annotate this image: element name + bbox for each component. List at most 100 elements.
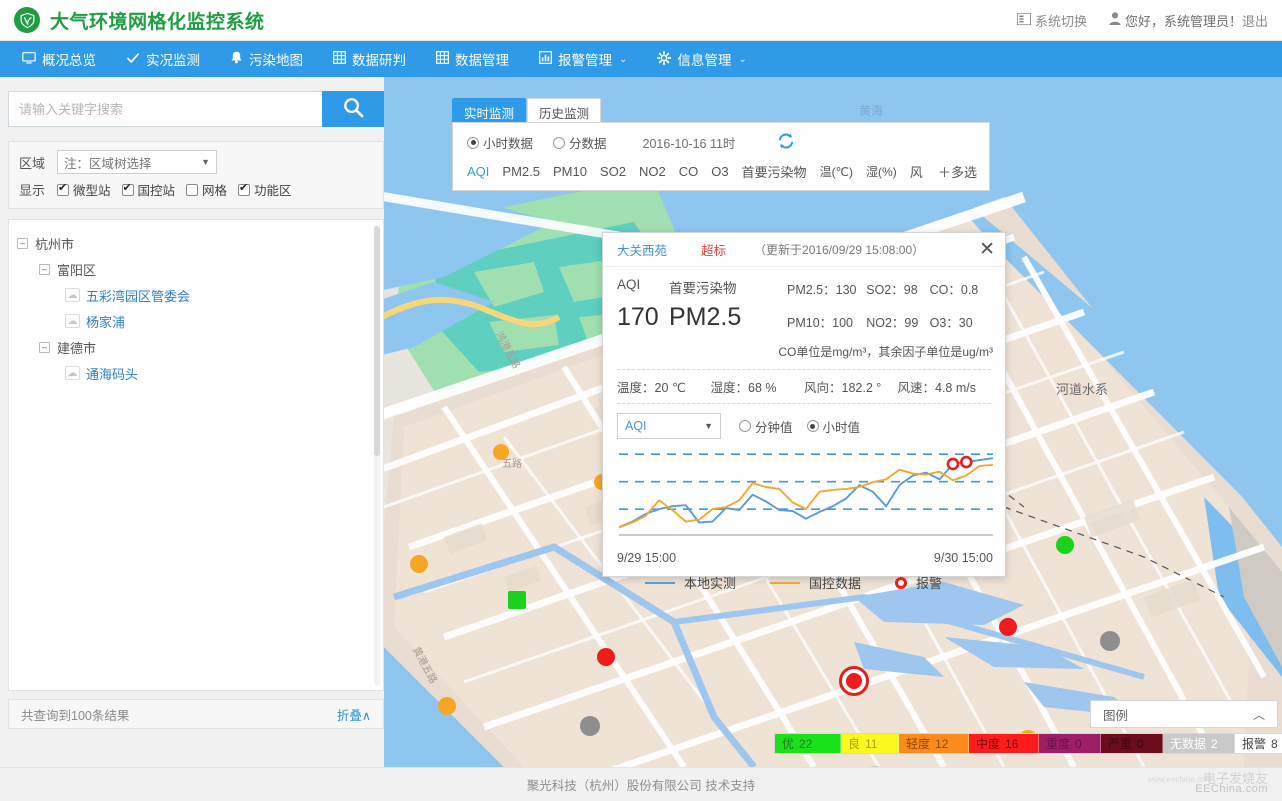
- factor-temperature[interactable]: 温(℃): [820, 163, 853, 180]
- meteo-temperature: 温度：20 ℃: [617, 377, 711, 396]
- logout-link[interactable]: 退出: [1242, 11, 1268, 30]
- station-marker-alarm-ring[interactable]: [839, 666, 869, 696]
- meteo-wind-speed: 风速：4.8 m/s: [898, 377, 992, 396]
- refresh-icon[interactable]: [777, 132, 795, 153]
- tab-history-monitor[interactable]: 历史监测: [527, 98, 601, 122]
- search-button[interactable]: [322, 91, 384, 127]
- chart-controls: AQI ▼ 分钟值 小时值: [617, 413, 991, 439]
- aqi-seg-severe[interactable]: 严重0: [1101, 734, 1163, 753]
- radio-hour-value[interactable]: 小时值: [807, 417, 861, 436]
- legend-panel[interactable]: 图例 ︿: [1090, 700, 1278, 728]
- legend-label: 本地实测: [684, 573, 736, 592]
- tree-node-hangzhou[interactable]: – 杭州市: [17, 230, 377, 256]
- tab-realtime-monitor[interactable]: 实时监测: [452, 98, 526, 122]
- search-input[interactable]: [8, 91, 322, 127]
- nav-item-info-management[interactable]: 信息管理 ⌄: [657, 49, 746, 69]
- chart-legend: 本地实测 国控数据 报警: [645, 573, 1005, 592]
- nav-item-data-analysis[interactable]: 数据研判: [333, 49, 406, 69]
- factor-wind[interactable]: 风: [910, 162, 923, 181]
- grid-icon: [333, 51, 346, 67]
- chart-bar-icon: [539, 51, 552, 67]
- factor-no2[interactable]: NO2: [639, 164, 666, 179]
- tree-node-tonghai[interactable]: ☁ 通海码头: [17, 360, 377, 386]
- factor-co[interactable]: CO: [679, 164, 699, 179]
- collapse-icon[interactable]: –: [39, 342, 50, 353]
- close-icon[interactable]: ✕: [979, 240, 995, 259]
- collapse-icon[interactable]: –: [17, 238, 28, 249]
- factor-pm25[interactable]: PM2.5: [502, 164, 540, 179]
- aqi-seg-light[interactable]: 轻度12: [899, 734, 969, 753]
- legend-panel-title: 图例: [1103, 705, 1128, 724]
- checkbox-label: 微型站: [73, 180, 111, 199]
- legend-local-measure: 本地实测: [645, 573, 736, 592]
- nav-item-live-monitor[interactable]: 实况监测: [126, 49, 200, 69]
- factor-so2[interactable]: SO2: [600, 164, 626, 179]
- multi-select-button[interactable]: ＋多选: [938, 162, 977, 181]
- tree-node-jiande[interactable]: – 建德市: [17, 334, 377, 360]
- nav-item-overview[interactable]: 概况总览: [22, 49, 96, 69]
- aqi-seg-heavy[interactable]: 重度0: [1039, 734, 1101, 753]
- checkbox-national-station[interactable]: 国控站: [122, 180, 176, 199]
- checkbox-function-area[interactable]: 功能区: [238, 180, 292, 199]
- aqi-label: AQI: [617, 277, 669, 297]
- chevron-down-icon: ⌄: [619, 54, 627, 65]
- fold-link[interactable]: 折叠∧: [337, 705, 371, 724]
- chevron-down-icon: ▼: [704, 421, 713, 431]
- station-marker-red-2[interactable]: [999, 618, 1017, 636]
- region-tree[interactable]: – 杭州市 – 富阳区 ☁ 五彩湾园区管委会 ☁ 杨家浦 – 建德市: [8, 219, 384, 691]
- factor-o3[interactable]: O3: [711, 164, 728, 179]
- station-marker-gray-2[interactable]: [1100, 631, 1120, 651]
- tree-node-label: 通海码头: [86, 364, 138, 383]
- meteo-row: 温度：20 ℃ 湿度：68 % 风向：182.2 ° 风速：4.8 m/s: [617, 369, 991, 404]
- radio-minute-value[interactable]: 分钟值: [739, 417, 793, 436]
- station-marker-orange-3[interactable]: [410, 555, 428, 573]
- station-marker-red-1[interactable]: [597, 648, 615, 666]
- factor-aqi[interactable]: AQI: [467, 164, 489, 179]
- radio-label: 分数据: [569, 133, 607, 152]
- station-marker-green-1[interactable]: [1056, 536, 1074, 554]
- tree-node-yangjiapu[interactable]: ☁ 杨家浦: [17, 308, 377, 334]
- aqi-seg-moderate[interactable]: 中度16: [969, 734, 1039, 753]
- nav-label: 数据研判: [352, 49, 406, 69]
- legend-line-swatch: [770, 582, 800, 584]
- tree-node-fuyang[interactable]: – 富阳区: [17, 256, 377, 282]
- station-cloud-icon: ☁: [65, 288, 80, 302]
- radio-label: 分钟值: [755, 417, 793, 436]
- radio-minute-data[interactable]: 分数据: [553, 133, 607, 152]
- gear-icon: [657, 51, 671, 68]
- nav-item-alarm-management[interactable]: 报警管理 ⌄: [539, 49, 627, 69]
- nav-item-data-management[interactable]: 数据管理: [436, 49, 509, 69]
- tree-scrollbar[interactable]: [374, 226, 380, 686]
- station-marker-orange-1[interactable]: [493, 444, 509, 460]
- area-tree-select[interactable]: 注：区域树选择 ▼: [57, 150, 217, 174]
- aqi-seg-nodata[interactable]: 无数据2: [1163, 734, 1235, 753]
- factor-primary-pollutant[interactable]: 首要污染物: [742, 162, 807, 181]
- checkbox-grid[interactable]: 网格: [186, 180, 227, 199]
- filter-box: 区域 注：区域树选择 ▼ 显示 微型站 国控站: [8, 141, 384, 209]
- factor-humidity[interactable]: 湿(%): [866, 163, 897, 180]
- chevron-down-icon: ▼: [201, 157, 210, 167]
- aqi-seg-label: 良: [848, 735, 860, 752]
- factor-pm10[interactable]: PM10: [553, 164, 587, 179]
- popup-header: 大关西苑 超标 （更新于2016/09/29 15:08:00） ✕: [603, 233, 1005, 267]
- popup-updated-time: （更新于2016/09/29 15:08:00）: [754, 241, 924, 258]
- aqi-seg-alarm[interactable]: 报警8: [1235, 734, 1282, 753]
- aqi-seg-excellent[interactable]: 优22: [775, 734, 841, 753]
- tree-node-wucaiwan[interactable]: ☁ 五彩湾园区管委会: [17, 282, 377, 308]
- chevron-up-icon[interactable]: ︿: [1253, 706, 1265, 723]
- tree-node-label: 建德市: [57, 338, 96, 357]
- system-switch-button[interactable]: 系统切换: [1017, 11, 1087, 30]
- aqi-seg-label: 报警: [1242, 735, 1266, 752]
- collapse-icon[interactable]: –: [39, 264, 50, 275]
- chart-factor-select[interactable]: AQI ▼: [617, 413, 721, 439]
- station-marker-green-square[interactable]: [508, 591, 526, 609]
- aqi-seg-good[interactable]: 良11: [841, 734, 899, 753]
- station-marker-orange-4[interactable]: [438, 697, 456, 715]
- radio-hourly-data[interactable]: 小时数据: [467, 133, 533, 152]
- nav-item-pollution-map[interactable]: 污染地图: [230, 49, 303, 69]
- radio-dot: [467, 137, 479, 149]
- checkbox-micro-station[interactable]: 微型站: [57, 180, 111, 199]
- tree-node-label: 杨家浦: [86, 312, 125, 331]
- station-marker-gray-1[interactable]: [580, 716, 600, 736]
- chart-factor-value: AQI: [625, 419, 647, 433]
